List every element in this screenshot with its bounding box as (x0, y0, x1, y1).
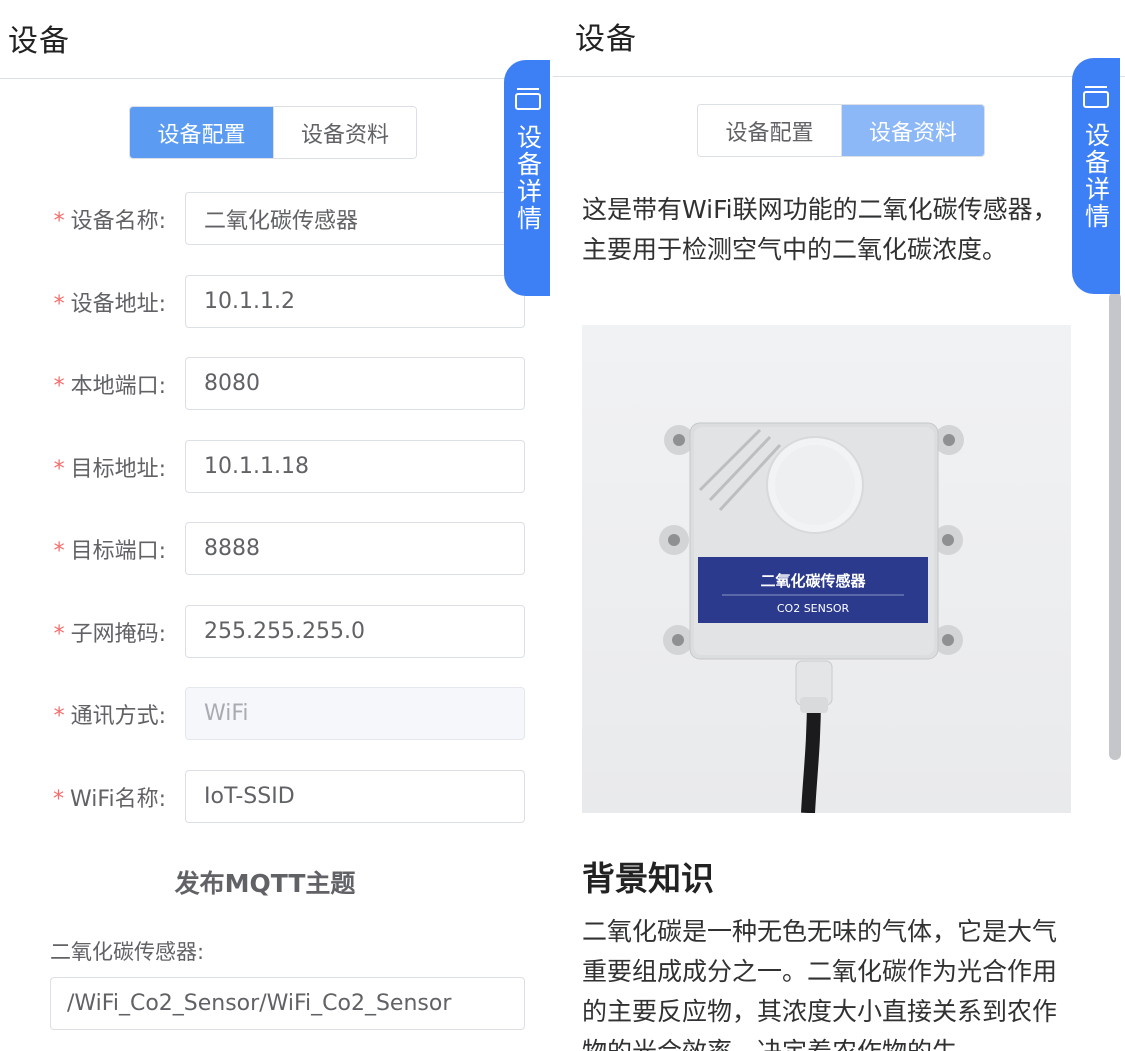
form-row-target-port: * 目标端口: (0, 522, 550, 575)
subnet-mask-input[interactable] (185, 605, 525, 658)
device-details-label: 设备详情 (513, 124, 543, 232)
background-title: 背景知识 (582, 859, 714, 898)
mqtt-section-title: 发布MQTT主题 (174, 869, 356, 898)
form-row-subnet-mask: * 子网掩码: (0, 605, 550, 658)
device-details-button[interactable]: 设备详情 (1072, 58, 1120, 294)
field-label: * 目标端口: (53, 539, 166, 564)
field-label: * 目标地址: (53, 457, 166, 482)
photo-label-cn: 二氧化碳传感器 (760, 572, 866, 590)
wifi-name-input[interactable] (185, 770, 525, 823)
tab-device-config[interactable]: 设备配置 (130, 107, 273, 158)
device-details-button[interactable]: 设备详情 (504, 60, 550, 296)
required-mark: * (53, 622, 65, 647)
page-header: 设备 (553, 0, 1125, 77)
device-address-input[interactable] (185, 275, 525, 328)
device-config-panel: 设备 设备配置 设备资料 *设备名称: *设备地址: *本地端口: *目标地址:… (0, 0, 550, 1051)
field-label: * 设备地址: (53, 292, 166, 317)
page-title: 设备 (8, 24, 70, 59)
required-mark: * (53, 292, 65, 317)
form-row-comm-method: * 通讯方式: (0, 687, 550, 740)
tab-device-info[interactable]: 设备资料 (273, 107, 416, 158)
co2-sensor-image: 二氧化碳传感器 CO2 SENSOR (659, 422, 964, 813)
device-description: 这是带有WiFi联网功能的二氧化碳传感器，主要用于检测空气中的二氧化碳浓度。 (582, 195, 1058, 264)
required-mark: * (53, 787, 65, 812)
field-label: * 子网掩码: (53, 622, 166, 647)
device-info-panel: 设备 设备配置 设备资料 这是带有WiFi联网功能的二氧化碳传感器，主要用于检测… (553, 0, 1125, 1051)
background-text: 二氧化碳是一种无色无味的气体，它是大气重要组成成分之一。二氧化碳作为光合作用的主… (582, 917, 1058, 1051)
segmented-tabs: 设备配置 设备资料 (129, 106, 417, 159)
form-row-device-name: * 设备名称: (0, 192, 550, 245)
device-name-input[interactable] (185, 192, 525, 245)
target-port-input[interactable] (185, 522, 525, 575)
window-icon (1083, 86, 1109, 108)
tab-device-config[interactable]: 设备配置 (698, 105, 841, 156)
local-port-input[interactable] (185, 357, 525, 410)
required-mark: * (53, 209, 65, 234)
photo-label-en: CO2 SENSOR (777, 602, 850, 615)
form-row-device-address: * 设备地址: (0, 275, 550, 328)
target-address-input[interactable] (185, 440, 525, 493)
mqtt-topic-label: 二氧化碳传感器: (50, 940, 205, 964)
required-mark: * (53, 374, 65, 399)
tab-device-info[interactable]: 设备资料 (841, 105, 984, 156)
segmented-tabs: 设备配置 设备资料 (697, 104, 985, 157)
mqtt-topic-input[interactable] (50, 977, 525, 1030)
required-mark: * (53, 704, 65, 729)
required-mark: * (53, 539, 65, 564)
field-label: * 设备名称: (53, 209, 166, 234)
page-title: 设备 (575, 22, 637, 57)
field-label: * 本地端口: (53, 374, 166, 399)
field-label: * WiFi名称: (53, 787, 166, 812)
sensor-photo: 二氧化碳传感器 CO2 SENSOR (582, 325, 1071, 813)
form-row-wifi-name: * WiFi名称: (0, 770, 550, 823)
field-label: * 通讯方式: (53, 704, 166, 729)
required-mark: * (53, 457, 65, 482)
page-header: 设备 (0, 0, 550, 79)
comm-method-input (185, 687, 525, 740)
window-icon (515, 88, 541, 110)
form-row-local-port: * 本地端口: (0, 357, 550, 410)
scrollbar-thumb[interactable] (1109, 292, 1121, 760)
device-details-label: 设备详情 (1081, 122, 1111, 230)
form-row-target-address: * 目标地址: (0, 440, 550, 493)
